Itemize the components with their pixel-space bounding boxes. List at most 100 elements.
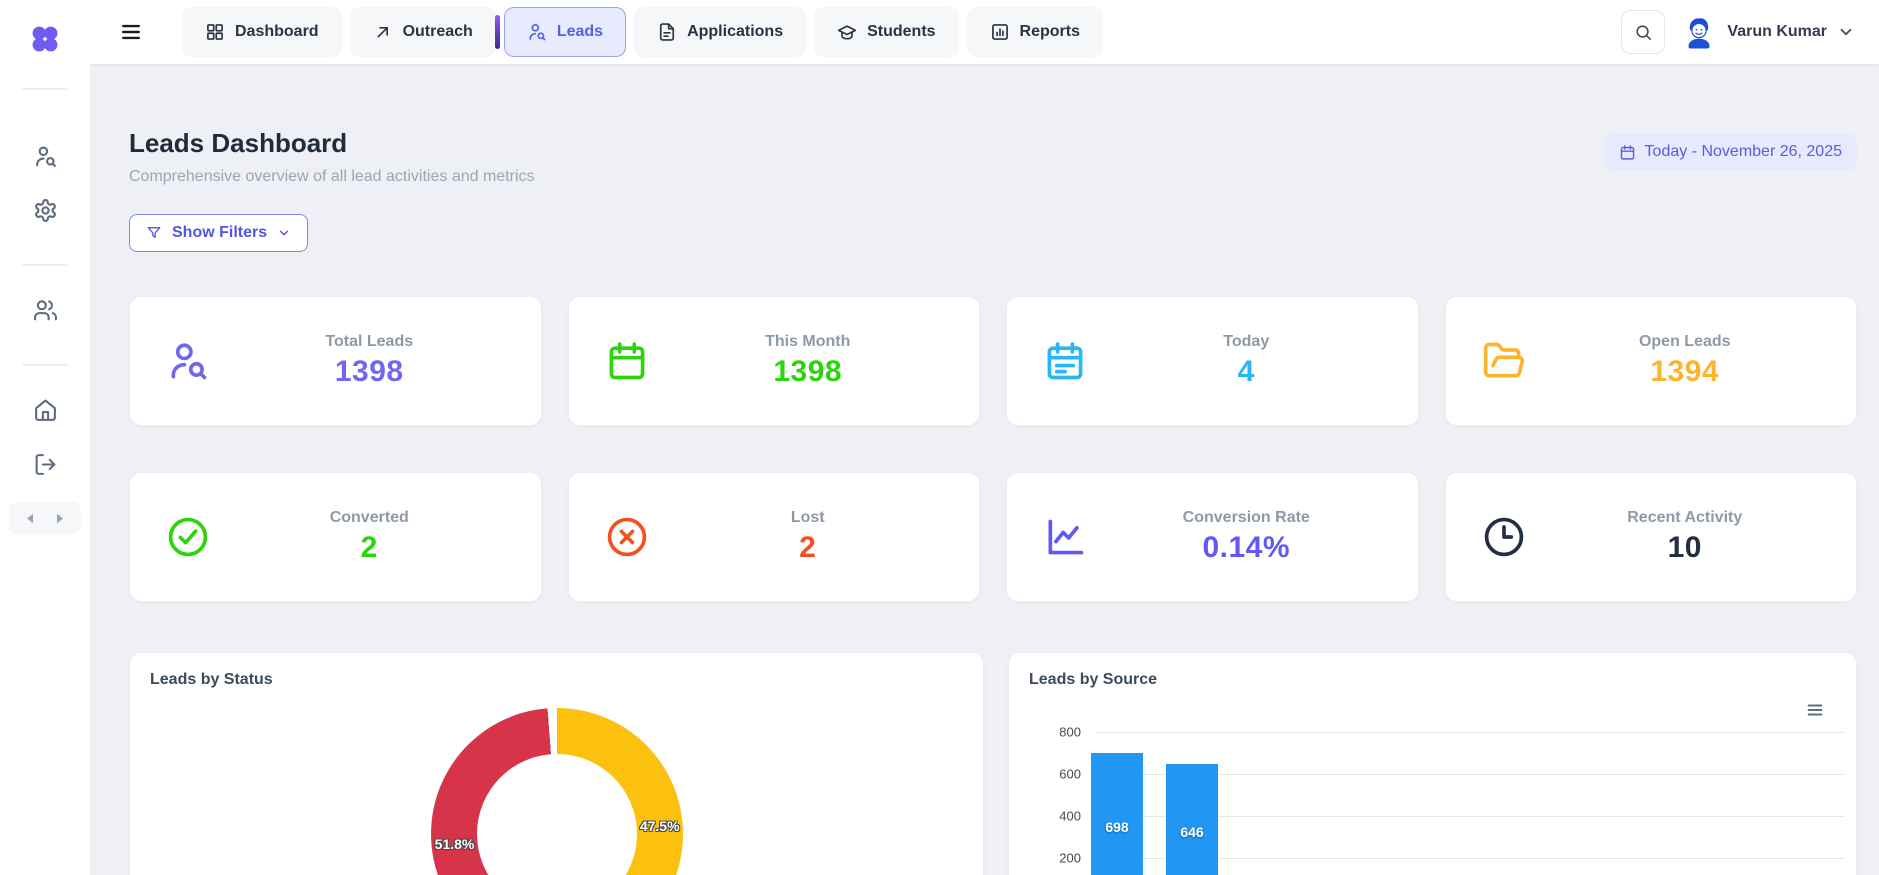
arrow-up-right-icon [373, 22, 393, 42]
chart-line-icon [1043, 515, 1087, 559]
sidebar-item-logout[interactable] [32, 452, 58, 478]
hamburger-menu-button[interactable] [118, 21, 144, 43]
dashboard-grid-icon [205, 22, 225, 42]
stat-value: 0.14% [1202, 531, 1291, 564]
sidebar-item-person-search[interactable] [32, 144, 58, 170]
stat-card-converted: Converted 2 [129, 472, 542, 602]
tab-dashboard[interactable]: Dashboard [182, 7, 342, 57]
folder-open-icon [1482, 339, 1526, 383]
stat-text: Total Leads 1398 [210, 333, 541, 389]
sidebar-item-users[interactable] [32, 298, 58, 324]
tab-label: Reports [1019, 23, 1080, 40]
stat-card-open-leads: Open Leads 1394 [1444, 296, 1857, 426]
tab-label: Students [867, 23, 936, 40]
stat-card-conversion-rate: Conversion Rate 0.14% [1006, 472, 1419, 602]
stat-text: Recent Activity 10 [1526, 509, 1857, 565]
arrow-left-icon [23, 511, 38, 526]
active-tab-indicator [494, 15, 500, 49]
status-donut-chart: 47.5% 51.8% [431, 708, 683, 875]
tab-reports[interactable]: Reports [966, 7, 1103, 57]
sidebar-item-home[interactable] [32, 398, 58, 424]
page-title-block: Leads Dashboard Comprehensive overview o… [129, 128, 535, 186]
date-badge-label: Today - November 26, 2025 [1644, 143, 1842, 160]
gridline [1095, 732, 1844, 733]
stat-card-this-month: This Month 1398 [567, 296, 980, 426]
tab-label: Leads [556, 23, 604, 40]
y-axis-tick-label: 600 [1059, 766, 1081, 782]
stat-label: Recent Activity [1627, 509, 1743, 526]
file-document-icon [657, 22, 677, 42]
stat-label: This Month [765, 333, 851, 350]
sidebar-collapse-next-button[interactable] [52, 511, 67, 526]
date-badge[interactable]: Today - November 26, 2025 [1603, 134, 1857, 170]
stat-card-total-leads: Total Leads 1398 [129, 296, 542, 426]
logout-icon [33, 452, 58, 477]
bar-value-label: 698 [1105, 818, 1129, 835]
user-avatar [1681, 14, 1717, 50]
stat-text: Conversion Rate 0.14% [1087, 509, 1418, 565]
sidebar [0, 0, 90, 875]
bar-1: 698 [1091, 753, 1143, 875]
users-icon [33, 298, 58, 323]
check-circle-icon [166, 515, 210, 559]
leads-by-source-card: Leads by Source 800 600 400 200 698 646 [1008, 652, 1857, 875]
search-button[interactable] [1621, 10, 1666, 54]
home-icon [33, 398, 58, 423]
stat-label: Converted [329, 509, 409, 526]
stat-value: 1398 [773, 355, 843, 388]
tab-leads[interactable]: Leads [494, 7, 627, 57]
stat-text: Converted 2 [210, 509, 541, 565]
bar-chart-square-icon [990, 22, 1010, 42]
app-logo[interactable] [30, 24, 60, 54]
y-axis-tick-label: 400 [1059, 808, 1081, 824]
show-filters-button[interactable]: Show Filters [129, 214, 309, 252]
tab-label: Applications [687, 23, 784, 40]
tab-students[interactable]: Students [814, 7, 959, 57]
tab-outreach[interactable]: Outreach [349, 7, 496, 57]
chevron-down-icon [277, 226, 291, 240]
sidebar-divider [22, 264, 68, 266]
tab-label: Dashboard [235, 23, 319, 40]
calendar-icon [605, 339, 649, 383]
funnel-icon [146, 225, 162, 241]
user-menu[interactable]: Varun Kumar [1681, 14, 1855, 50]
stat-value: 1398 [334, 355, 404, 388]
stat-label: Open Leads [1638, 333, 1731, 350]
sidebar-item-gear[interactable] [32, 198, 58, 224]
donut-hole [477, 754, 637, 875]
stat-label: Conversion Rate [1182, 509, 1310, 526]
stat-label: Today [1223, 333, 1270, 350]
stat-card-today: Today 4 [1006, 296, 1419, 426]
user-name: Varun Kumar [1727, 23, 1827, 40]
calendar-days-icon [1043, 339, 1087, 383]
stat-value: 2 [360, 531, 378, 564]
sidebar-collapse-prev-button[interactable] [23, 511, 38, 526]
stat-value: 4 [1237, 355, 1255, 388]
main-content: Leads Dashboard Comprehensive overview o… [90, 64, 1879, 875]
stat-text: Today 4 [1087, 333, 1418, 389]
page-title: Leads Dashboard [129, 128, 348, 158]
search-icon [1634, 23, 1653, 42]
stat-label: Total Leads [325, 333, 414, 350]
topbar: Dashboard Outreach Leads Applications Studen… [90, 0, 1879, 64]
stat-value: 1394 [1650, 355, 1720, 388]
sidebar-divider [22, 364, 68, 366]
sidebar-nav [0, 90, 90, 478]
donut-slice-label: 47.5% [639, 817, 680, 834]
y-axis-tick-label: 800 [1059, 724, 1081, 740]
chart-title-leads-by-status: Leads by Status [150, 671, 273, 688]
graduation-cap-icon [837, 22, 857, 42]
tab-applications[interactable]: Applications [634, 7, 807, 57]
leads-by-status-card: Leads by Status 47.5% 51.8% [129, 652, 984, 875]
clock-icon [1482, 515, 1526, 559]
charts-row: Leads by Status 47.5% 51.8% Leads by Sour… [129, 652, 1857, 875]
page-subtitle: Comprehensive overview of all lead activ… [129, 168, 535, 185]
topbar-right: Varun Kumar [1621, 10, 1855, 54]
show-filters-label: Show Filters [172, 224, 268, 241]
arrow-right-icon [52, 511, 67, 526]
stats-grid: Total Leads 1398 This Month 1398 Today 4 Open … [129, 296, 1857, 602]
nav-tabs: Dashboard Outreach Leads Applications Studen… [182, 7, 1103, 57]
gear-icon [33, 198, 58, 223]
person-search-icon [166, 339, 210, 383]
bar-value-label: 646 [1180, 824, 1204, 841]
